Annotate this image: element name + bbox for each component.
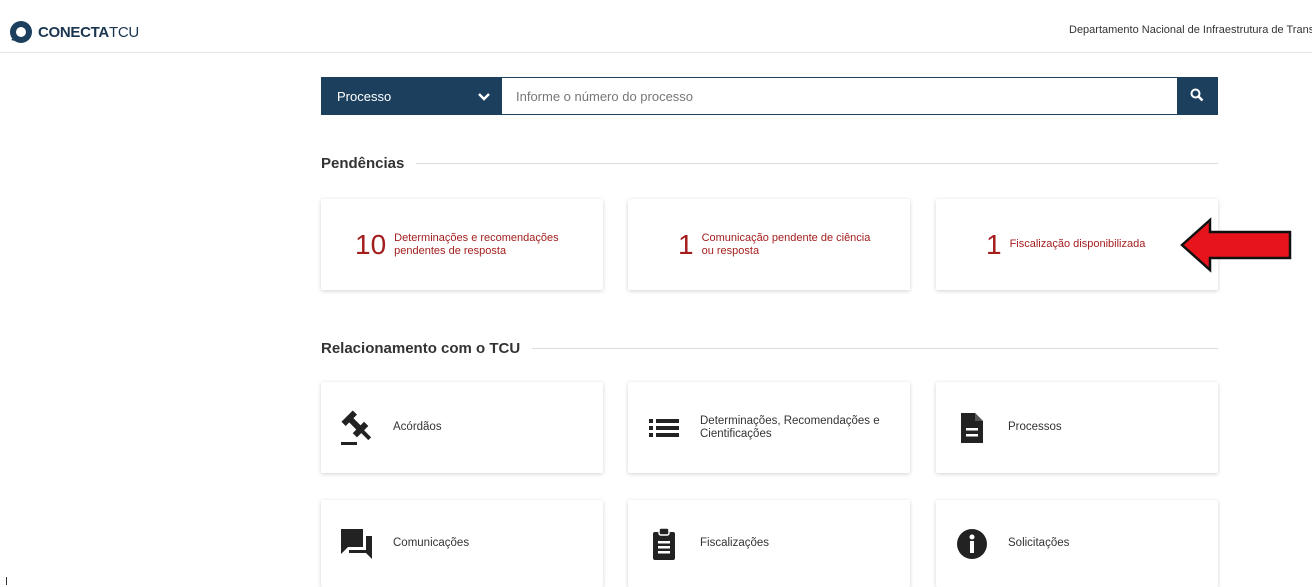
clipboard-icon [644, 524, 684, 564]
card-label: Solicitações [1008, 537, 1070, 549]
pendencias-title: Pendências [321, 155, 405, 172]
card-label: Comunicações [393, 537, 470, 549]
search-icon [1190, 87, 1204, 106]
divider [416, 163, 1218, 164]
card-solicitacoes[interactable]: Solicitações [936, 500, 1218, 587]
card-processos[interactable]: Processos [936, 382, 1218, 473]
pending-label: Determinações e recomendações pendentes … [394, 231, 559, 257]
gavel-icon [337, 408, 377, 448]
chat-icon [337, 524, 377, 564]
card-acordaos[interactable]: Acórdãos [321, 382, 603, 473]
logo-text: CONECTATCU [38, 23, 139, 41]
process-search-bar: Processo [321, 77, 1218, 115]
search-button[interactable] [1177, 78, 1217, 114]
pending-label: Comunicação pendente de ciência ou respo… [701, 231, 871, 257]
pending-count: 10 [355, 228, 387, 260]
pending-card-comunicacao[interactable]: 1 Comunicação pendente de ciência ou res… [628, 199, 910, 290]
document-icon [952, 408, 992, 448]
search-type-label: Processo [337, 88, 392, 104]
card-label: Acórdãos [393, 421, 442, 433]
pending-count: 1 [986, 228, 1002, 260]
pending-card-fiscalizacao[interactable]: 1 Fiscalização disponibilizada [936, 199, 1218, 290]
relacionamento-title: Relacionamento com o TCU [321, 340, 521, 357]
logo[interactable]: CONECTATCU [9, 20, 139, 44]
department-name[interactable]: Departamento Nacional de Infraestrutura … [1069, 24, 1312, 36]
pendencias-heading: Pendências [321, 155, 1218, 172]
red-arrow-annotation [1180, 217, 1293, 277]
process-number-input[interactable] [502, 78, 1177, 114]
card-fiscalizacoes[interactable]: Fiscalizações [628, 500, 910, 587]
top-bar: CONECTATCU Departamento Nacional de Infr… [0, 0, 1312, 53]
relacionamento-heading: Relacionamento com o TCU [321, 340, 1218, 357]
pending-card-determinacoes[interactable]: 10 Determinações e recomendações pendent… [321, 199, 603, 290]
pending-count: 1 [678, 228, 694, 260]
divider [532, 348, 1218, 349]
chevron-down-icon [478, 89, 490, 104]
card-determinacoes[interactable]: Determinações, Recomendações e Cientific… [628, 382, 910, 473]
text-cursor [6, 577, 7, 585]
info-icon [952, 524, 992, 564]
card-label: Processos [1008, 421, 1062, 433]
search-type-select[interactable]: Processo [322, 78, 502, 114]
card-comunicacoes[interactable]: Comunicações [321, 500, 603, 587]
pending-label: Fiscalização disponibilizada [1009, 238, 1146, 250]
conecta-logo-icon [9, 20, 33, 44]
card-label: Determinações, Recomendações e Cientific… [700, 414, 880, 440]
card-label: Fiscalizações [700, 537, 770, 549]
list-icon [644, 408, 684, 448]
